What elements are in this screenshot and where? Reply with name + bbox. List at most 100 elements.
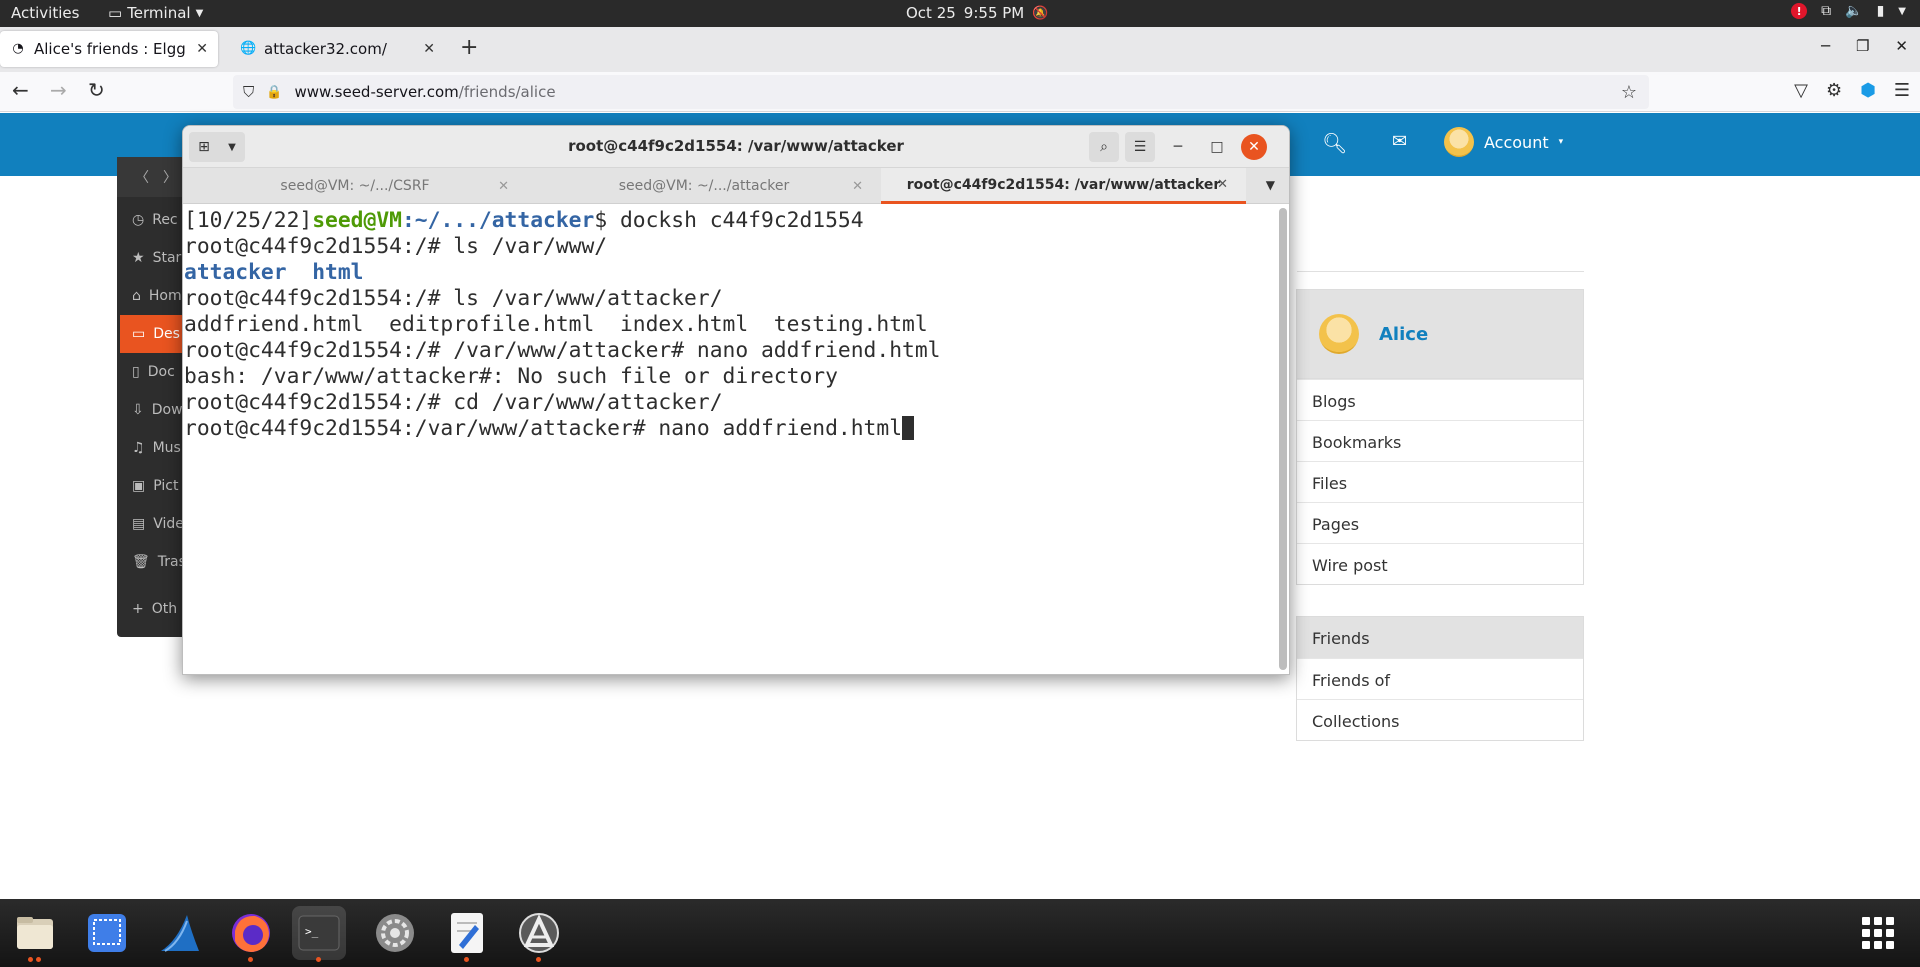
running-indicator xyxy=(536,957,541,962)
close-icon[interactable]: ✕ xyxy=(1895,37,1908,55)
terminal-tab-csrf[interactable]: seed@VM: ~/.../CSRF ✕ xyxy=(183,168,527,204)
clock-icon: ◷ xyxy=(132,212,145,228)
extension-gear-icon[interactable]: ⚙ xyxy=(1826,80,1842,101)
minimize-icon: ─ xyxy=(1173,139,1183,155)
system-tray[interactable]: ! ⧉ 🔈 ▮ ▼ xyxy=(1791,3,1906,19)
terminal-title: root@c44f9c2d1554: /var/www/attacker xyxy=(568,137,904,155)
show-applications-icon[interactable] xyxy=(1862,917,1894,949)
friends-menu-item-friends-of[interactable]: Friends of xyxy=(1297,658,1583,699)
search-button[interactable]: ⌕ xyxy=(1089,132,1119,162)
activities-button[interactable]: Activities xyxy=(11,4,79,22)
terminal-window: ⊞ ▼ root@c44f9c2d1554: /var/www/attacker… xyxy=(182,125,1290,675)
dock-screenshot[interactable] xyxy=(80,906,134,960)
close-button[interactable]: ✕ xyxy=(1241,134,1267,160)
dock-firefox[interactable] xyxy=(224,906,278,962)
dock-text-editor[interactable] xyxy=(440,906,494,962)
trash-icon: 🗑 xyxy=(132,554,150,570)
clock-time: 9:55 PM xyxy=(963,4,1025,22)
tab-list-chevron-icon[interactable]: ▼ xyxy=(1266,178,1275,192)
account-menu[interactable]: Account ▾ xyxy=(1444,127,1563,157)
svg-text:>_: >_ xyxy=(305,925,319,938)
close-tab-icon[interactable]: ✕ xyxy=(423,41,435,57)
terminal-titlebar[interactable]: ⊞ ▼ root@c44f9c2d1554: /var/www/attacker… xyxy=(183,126,1289,168)
search-icon[interactable]: 🔍︎ xyxy=(1322,131,1347,155)
terminal-scrollbar[interactable] xyxy=(1279,208,1287,670)
tracking-shield-icon[interactable]: ⛉ xyxy=(243,83,254,101)
lock-icon[interactable]: 🔒 xyxy=(266,85,282,100)
maximize-button[interactable]: □ xyxy=(1202,132,1232,162)
minimize-icon[interactable]: ─ xyxy=(1821,37,1830,55)
owner-menu: Blogs Bookmarks Files Pages Wire post xyxy=(1296,379,1584,585)
bookmark-star-icon[interactable]: ☆ xyxy=(1621,82,1637,103)
command-text: root@c44f9c2d1554:/var/www/attacker# nan… xyxy=(184,416,903,441)
running-indicator xyxy=(28,957,33,962)
dock-settings[interactable] xyxy=(368,906,422,960)
running-indicator xyxy=(36,957,41,962)
reload-icon[interactable]: ↻ xyxy=(88,78,105,102)
browser-tab-attacker[interactable]: 🌐 attacker32.com/ ✕ xyxy=(230,31,445,67)
terminal-icon: >_ xyxy=(298,915,340,951)
close-tab-icon[interactable]: ✕ xyxy=(196,41,208,57)
minimize-button[interactable]: ─ xyxy=(1163,132,1193,162)
music-icon: ♫ xyxy=(132,440,145,456)
back-arrow-icon[interactable]: 〈 xyxy=(135,167,149,187)
friends-menu-item-friends[interactable]: Friends xyxy=(1297,617,1583,658)
forward-arrow-icon[interactable]: 〉 xyxy=(163,167,177,187)
hamburger-menu-icon[interactable]: ☰ xyxy=(1894,80,1910,101)
alert-icon[interactable]: ! xyxy=(1791,3,1808,19)
screenshot-icon xyxy=(88,914,126,952)
elgg-favicon-icon: ◔ xyxy=(12,41,24,56)
new-tab-button[interactable]: + xyxy=(460,35,478,60)
files-sidebar-label: Star xyxy=(152,250,182,266)
close-tab-icon[interactable]: ✕ xyxy=(498,179,509,194)
owner-menu-item-bookmarks[interactable]: Bookmarks xyxy=(1297,420,1583,461)
terminal-output[interactable]: [10/25/22]seed@VM:~/.../attacker$ docksh… xyxy=(183,204,1273,674)
close-tab-icon[interactable]: ✕ xyxy=(852,179,863,194)
terminal-line: [10/25/22]seed@VM:~/.../attacker$ docksh… xyxy=(184,208,1273,234)
restore-icon[interactable]: ❐ xyxy=(1856,37,1869,55)
files-sidebar-label: Hom xyxy=(148,288,182,304)
dock-software[interactable] xyxy=(512,906,566,962)
terminal-line: root@c44f9c2d1554:/var/www/attacker# nan… xyxy=(184,416,1273,442)
url-path: /friends/alice xyxy=(458,83,556,101)
app-menu[interactable]: ▭ Terminal ▼ xyxy=(108,4,203,22)
dock-terminal[interactable]: >_ xyxy=(292,906,346,962)
browser-tab-elgg[interactable]: ◔ Alice's friends : Elgg For S ✕ xyxy=(0,31,218,67)
clock[interactable]: Oct 25 9:55 PM 🔕 xyxy=(906,4,1048,22)
dock-wireshark[interactable] xyxy=(152,906,206,960)
dock-files[interactable] xyxy=(8,906,62,962)
owner-menu-item-pages[interactable]: Pages xyxy=(1297,502,1583,543)
owner-menu-item-files[interactable]: Files xyxy=(1297,461,1583,502)
chevron-down-icon: ▼ xyxy=(1898,5,1906,17)
url-host: www.seed-server.com xyxy=(294,83,459,101)
files-sidebar-label: Rec xyxy=(152,212,178,228)
owner-menu-item-blogs[interactable]: Blogs xyxy=(1297,379,1583,420)
video-icon: ▤ xyxy=(132,516,146,532)
friends-menu: Friends Friends of Collections xyxy=(1296,616,1584,741)
terminal-tab-root[interactable]: root@c44f9c2d1554: /var/www/attacker ✕ xyxy=(881,168,1246,204)
terminal-line: root@c44f9c2d1554:/# ls /var/www/attacke… xyxy=(184,286,723,311)
app-menu-label: Terminal xyxy=(127,4,191,22)
settings-gear-icon xyxy=(376,914,414,952)
divider xyxy=(1297,271,1584,272)
url-bar[interactable]: ⛉ 🔒 www.seed-server.com /friends/alice ☆ xyxy=(233,75,1649,109)
network-icon: ⧉ xyxy=(1821,3,1832,19)
mail-icon[interactable]: ✉ xyxy=(1392,131,1407,152)
owner-name-link[interactable]: Alice xyxy=(1379,324,1428,345)
browser-tab-title: Alice's friends : Elgg For S xyxy=(34,40,190,58)
back-arrow-icon[interactable]: ← xyxy=(12,78,29,102)
terminal-tab-attacker[interactable]: seed@VM: ~/.../attacker ✕ xyxy=(527,168,881,204)
notifications-muted-icon: 🔕 xyxy=(1032,5,1049,21)
maximize-icon: □ xyxy=(1210,139,1224,155)
friends-menu-item-collections[interactable]: Collections xyxy=(1297,699,1583,740)
extension-hex-icon[interactable]: ⬢ xyxy=(1860,80,1876,101)
owner-avatar[interactable] xyxy=(1319,314,1359,354)
forward-arrow-icon[interactable]: → xyxy=(50,78,67,102)
picture-icon: ▣ xyxy=(132,478,146,494)
pocket-icon[interactable]: ▽ xyxy=(1794,80,1808,101)
close-tab-icon[interactable]: ✕ xyxy=(1217,177,1228,192)
owner-menu-item-wire-post[interactable]: Wire post xyxy=(1297,543,1583,584)
menu-button[interactable]: ☰ xyxy=(1125,132,1155,162)
volume-icon: 🔈 xyxy=(1845,3,1863,19)
terminal-line: root@c44f9c2d1554:/# /var/www/attacker# … xyxy=(184,338,941,363)
